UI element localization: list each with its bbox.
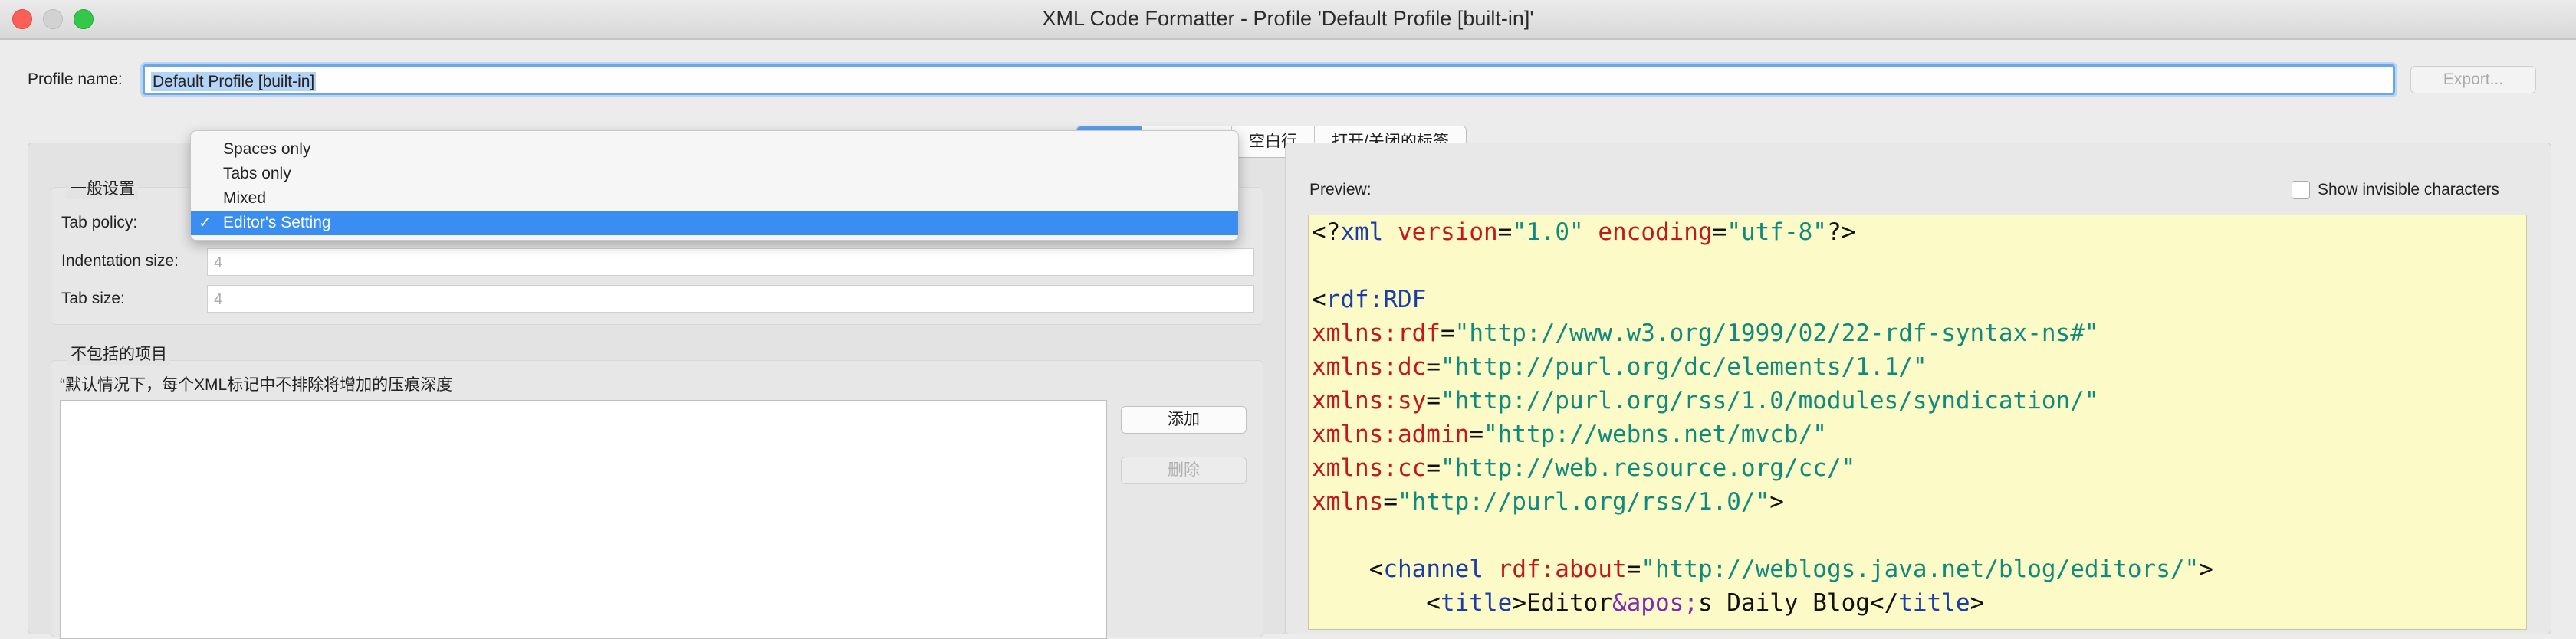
menu-item-tabs-only[interactable]: Tabs only	[191, 162, 1238, 186]
add-button[interactable]: 添加	[1121, 406, 1247, 434]
code-token: xmlns:dc	[1312, 353, 1427, 381]
code-token: <?	[1312, 218, 1341, 246]
code-line: xmlns:dc="http://purl.org/dc/elements/1.…	[1312, 350, 1927, 384]
code-token: "utf-8"	[1727, 218, 1827, 246]
profile-name-input[interactable]: Default Profile [built-in]	[143, 64, 2395, 95]
menu-item-spaces-only[interactable]: Spaces only	[191, 137, 1238, 162]
code-token: "http://web.resource.org/cc/"	[1440, 454, 1856, 482]
show-invisible-checkbox[interactable]	[2292, 181, 2310, 199]
code-token: encoding	[1598, 218, 1713, 246]
window-title: XML Code Formatter - Profile 'Default Pr…	[1042, 7, 1534, 30]
excluded-items-description: “默认情况下，每个XML标记中不排除将增加的压痕深度	[60, 376, 453, 394]
code-token: rdf:RDF	[1326, 286, 1427, 313]
title-bar: XML Code Formatter - Profile 'Default Pr…	[0, 0, 2576, 40]
excluded-items-label: 不包括的项目	[67, 342, 170, 365]
code-token: "1.0"	[1512, 218, 1584, 246]
code-token: =	[1712, 218, 1727, 246]
code-token: channel	[1383, 555, 1484, 583]
code-token: "http://www.w3.org/1999/02/22-rdf-syntax…	[1454, 320, 2099, 347]
code-token: &apos;	[1612, 589, 1698, 617]
code-token: >	[1769, 488, 1784, 516]
code-token: >	[1970, 589, 1985, 617]
code-token: =	[1426, 454, 1441, 482]
code-token: "http://purl.org/rss/1.0/modules/syndica…	[1440, 387, 2099, 415]
code-token: xmlns:cc	[1312, 454, 1427, 482]
code-token: version	[1398, 218, 1498, 246]
indentation-size-input[interactable]: 4	[207, 248, 1254, 276]
code-token: =	[1440, 320, 1455, 347]
code-token: <	[1312, 589, 1441, 617]
tab-size-input[interactable]: 4	[207, 285, 1254, 313]
code-token: =	[1426, 387, 1441, 415]
remove-button[interactable]: 删除	[1121, 457, 1247, 484]
code-token: rdf:about	[1497, 555, 1627, 583]
code-token: "http://webns.net/mvcb/"	[1483, 421, 1827, 448]
code-token: ?>	[1826, 218, 1856, 246]
show-invisible-label: Show invisible characters	[2318, 181, 2499, 198]
code-token: =	[1426, 353, 1441, 381]
preview-code-area: <?xml version="1.0" encoding="utf-8"?> <r…	[1308, 215, 2527, 630]
code-token: xmlns:rdf	[1312, 320, 1441, 347]
code-token: <	[1312, 286, 1326, 313]
code-token: =	[1497, 218, 1513, 246]
tab-size-label: Tab size:	[61, 290, 125, 307]
code-token: "http://weblogs.java.net/blog/editors/"	[1641, 555, 2200, 583]
code-token: "http://purl.org/rss/1.0/"	[1398, 488, 1770, 516]
excluded-items-list[interactable]	[60, 400, 1107, 639]
code-token: <	[1312, 555, 1384, 583]
code-token: =	[1626, 555, 1641, 583]
code-token: title	[1440, 589, 1513, 617]
menu-item-mixed[interactable]: Mixed	[191, 186, 1238, 211]
code-token: >Editor	[1512, 589, 1612, 617]
indentation-size-label: Indentation size:	[61, 252, 179, 270]
code-line: xmlns="http://purl.org/rss/1.0/">	[1312, 485, 1784, 519]
profile-name-label: Profile name:	[28, 70, 123, 88]
code-token: xmlns:sy	[1312, 387, 1427, 415]
checkmark-icon: ✓	[199, 215, 212, 231]
code-token: "http://purl.org/dc/elements/1.1/"	[1440, 353, 1927, 381]
code-token: xmlns	[1312, 488, 1384, 516]
code-line: xmlns:cc="http://web.resource.org/cc/"	[1312, 451, 1855, 485]
code-token: s Daily Blog</	[1697, 589, 1899, 617]
profile-name-value: Default Profile [built-in]	[151, 72, 317, 91]
code-token: title	[1898, 589, 1970, 617]
code-line: <rdf:RDF	[1312, 283, 1426, 316]
tab-policy-menu[interactable]: Spaces only Tabs only Mixed ✓ Editor's S…	[190, 130, 1239, 241]
menu-item-editors-setting[interactable]: ✓ Editor's Setting	[191, 211, 1238, 235]
code-token: xmlns:admin	[1312, 421, 1470, 448]
code-line: xmlns:sy="http://purl.org/rss/1.0/module…	[1312, 384, 2099, 418]
code-line: <title>Editor&apos;s Daily Blog</title>	[1312, 586, 1984, 620]
code-token: xml	[1340, 218, 1384, 246]
general-settings-label: 一般设置	[67, 176, 138, 199]
tab-policy-label: Tab policy:	[61, 214, 138, 231]
code-line: xmlns:admin="http://webns.net/mvcb/"	[1312, 418, 1827, 451]
code-token: =	[1469, 421, 1484, 448]
export-button[interactable]: Export...	[2410, 66, 2536, 93]
code-line: xmlns:rdf="http://www.w3.org/1999/02/22-…	[1312, 316, 2099, 350]
code-line: <?xml version="1.0" encoding="utf-8"?>	[1312, 215, 1855, 249]
code-line: <channel rdf:about="http://weblogs.java.…	[1312, 552, 2213, 586]
code-token: >	[2199, 555, 2213, 583]
code-token: =	[1383, 488, 1398, 516]
preview-label: Preview:	[1309, 181, 1372, 198]
